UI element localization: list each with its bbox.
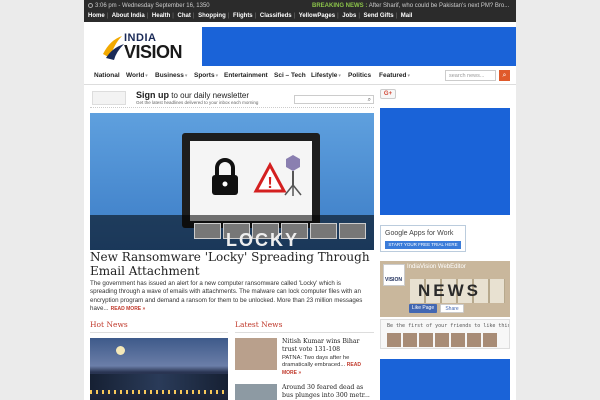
clock-icon — [88, 3, 93, 8]
toplink-jobs[interactable]: Jobs — [342, 13, 356, 19]
date-time: 3:06 pm - Wednesday September 16, 1350 — [88, 2, 210, 10]
latest-thumbnail[interactable] — [235, 338, 277, 370]
logo-mark-icon — [103, 36, 124, 60]
nav-politics-label: Politics — [348, 72, 372, 79]
newsletter-email-input[interactable]: ⌕ — [294, 95, 374, 104]
newsletter-title-bold: Sign up — [136, 90, 169, 100]
fb-page-logo[interactable]: VISION — [383, 264, 405, 286]
city-skyline — [90, 374, 228, 390]
fb-friend-avatars[interactable] — [387, 333, 497, 347]
news-blocks-text: NEWS — [418, 281, 481, 300]
chevron-down-icon: ▾ — [215, 73, 219, 79]
nav-entertainment-label: Entertainment — [224, 72, 268, 79]
toplink-home[interactable]: Home — [88, 13, 105, 19]
top-bar: 3:06 pm - Wednesday September 16, 1350 B… — [84, 0, 516, 22]
nav-national-label: National — [94, 72, 120, 79]
toplink-shopping[interactable]: Shopping — [198, 13, 226, 19]
fb-share-button[interactable]: Share — [440, 304, 464, 313]
breaking-label: BREAKING NEWS : — [312, 3, 368, 9]
toplink-about-india[interactable]: About India — [112, 13, 145, 19]
google-apps-ad[interactable]: Google Apps for Work START YOUR FREE TRI… — [380, 225, 466, 252]
toplink-chat[interactable]: Chat — [178, 13, 191, 19]
city-lights — [90, 390, 228, 394]
latest-news-heading: Latest News — [235, 320, 374, 333]
hero-image[interactable]: ! LOCKY — [90, 113, 374, 250]
fb-page-name[interactable]: IndiaVision WebEditor — [407, 264, 466, 270]
sidebar-ad-1[interactable] — [380, 108, 510, 215]
read-more-link[interactable]: READ MORE » — [111, 306, 146, 312]
toplink-yellowpages[interactable]: YellowPages — [299, 13, 335, 19]
hero-summary: The government has issued an alert for a… — [90, 280, 368, 314]
search-button[interactable]: ⌕ — [499, 70, 510, 81]
nav-world[interactable]: World▾ — [126, 72, 148, 79]
newsletter-icon — [92, 91, 126, 105]
nav-politics[interactable]: Politics — [348, 72, 371, 79]
date-time-text: 3:06 pm - Wednesday September 16, 1350 — [95, 3, 210, 9]
gapps-title: Google Apps for Work — [385, 230, 454, 237]
hot-news-image[interactable] — [90, 338, 228, 400]
nav-national[interactable]: National — [94, 72, 120, 79]
newsletter-signup: Sign up to our daily newsletter Get the … — [90, 88, 374, 108]
latest-title[interactable]: Around 30 feared dead as bus plunges int… — [282, 384, 374, 399]
search-icon: ⌕ — [367, 97, 371, 103]
nav-world-label: World — [126, 72, 145, 79]
header-ad-banner[interactable] — [202, 27, 516, 66]
newsletter-title-rest: to our daily newsletter — [169, 91, 250, 100]
chevron-down-icon: ▾ — [407, 73, 410, 79]
nav-lifestyle[interactable]: Lifestyle▾ — [311, 72, 341, 79]
nav-featured-label: Featured — [379, 72, 407, 79]
hero-image-caption: LOCKY — [226, 230, 299, 250]
search-icon: ⌕ — [502, 72, 507, 79]
site-logo[interactable]: INDIA VISION — [100, 32, 183, 64]
fb-like-button[interactable]: Like Page — [409, 304, 437, 313]
ransomware-icons: ! — [212, 155, 302, 196]
chevron-down-icon: ▾ — [338, 73, 341, 79]
list-item[interactable]: Around 30 feared dead as bus plunges int… — [235, 384, 375, 400]
hero-headline[interactable]: New Ransomware 'Locky' Spreading Through… — [90, 250, 370, 278]
nav-featured[interactable]: Featured▾ — [379, 72, 410, 79]
nav-sports-label: Sports — [194, 72, 215, 79]
latest-title[interactable]: Nitish Kumar wins Bihar trust vote 131-1… — [282, 338, 374, 353]
toplink-health[interactable]: Health — [152, 13, 170, 19]
nav-lifestyle-label: Lifestyle — [311, 72, 338, 79]
fb-friends-text: Be the first of your friends to like thi… — [387, 323, 509, 329]
laptop-screen: ! — [190, 141, 312, 221]
toplink-classifieds[interactable]: Classifieds — [260, 13, 292, 19]
nav-sci-tech[interactable]: Sci – Tech — [274, 72, 306, 79]
nav-sci-tech-label: Sci – Tech — [274, 72, 306, 79]
list-item[interactable]: Nitish Kumar wins Bihar trust vote 131-1… — [235, 338, 375, 386]
chevron-down-icon: ▾ — [184, 73, 188, 79]
nav-business-label: Business — [155, 72, 184, 79]
toplink-send-gifts[interactable]: Send Gifts — [364, 13, 394, 19]
nav-sports[interactable]: Sports▾ — [194, 72, 218, 79]
latest-summary-text: PATNA: Two days after he dramatically em… — [282, 355, 350, 369]
search-input[interactable]: search news... — [445, 70, 496, 81]
logo-text-vision: VISION — [124, 42, 183, 62]
toplink-mail[interactable]: Mail — [401, 13, 413, 19]
toplink-flights[interactable]: Flights — [233, 13, 253, 19]
facebook-page-widget[interactable]: NEWS VISION IndiaVision WebEditor Like P… — [380, 261, 510, 317]
moon — [116, 346, 125, 355]
gapps-button[interactable]: START YOUR FREE TRIAL HERE — [385, 241, 461, 249]
hot-news-heading: Hot News — [90, 320, 228, 333]
top-links: Home | About India | Health | Chat | Shoppin… — [88, 13, 413, 19]
breaking-text[interactable]: After Sharif, who could be Pakistan's ne… — [369, 3, 510, 9]
newsletter-title: Sign up to our daily newsletter — [136, 90, 249, 100]
google-plus-button[interactable]: G+ — [380, 89, 396, 99]
sidebar-ad-2[interactable] — [380, 359, 510, 400]
fb-logo-text: VISION — [385, 277, 402, 283]
latest-summary: PATNA: Two days after he dramatically em… — [282, 355, 374, 377]
fb-friends-box: Be the first of your friends to like thi… — [380, 319, 510, 349]
laptop-illustration: ! — [182, 133, 320, 228]
nav-entertainment[interactable]: Entertainment — [224, 72, 268, 79]
page: 3:06 pm - Wednesday September 16, 1350 B… — [84, 0, 516, 400]
nav-business[interactable]: Business▾ — [155, 72, 187, 79]
newsletter-subtitle: Get the latest headlines delivered to yo… — [136, 100, 259, 105]
breaking-news[interactable]: BREAKING NEWS : After Sharif, who could … — [312, 2, 512, 10]
chevron-down-icon: ▾ — [145, 73, 148, 79]
svg-text:!: ! — [267, 175, 272, 192]
latest-thumbnail[interactable] — [235, 384, 277, 400]
